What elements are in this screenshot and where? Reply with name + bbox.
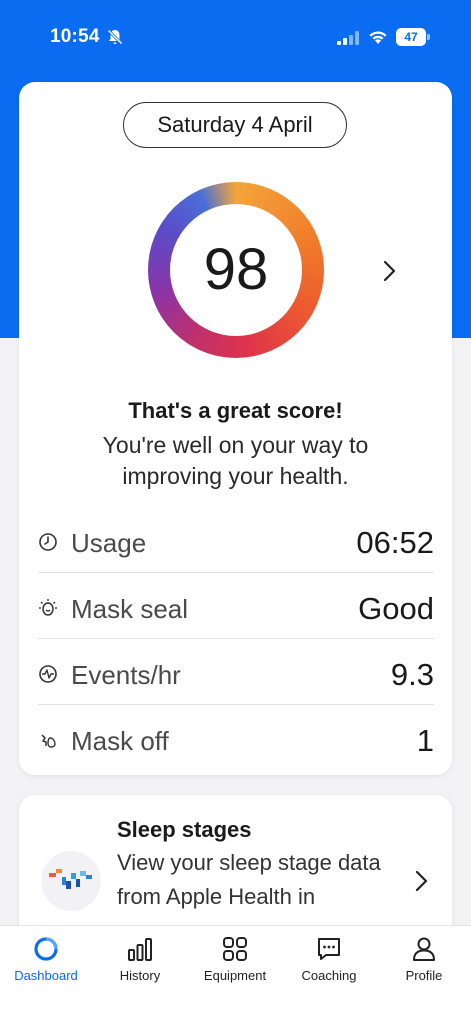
metric-value: 1 — [416, 723, 434, 758]
metric-label: Mask seal — [71, 594, 189, 624]
score-value: 98 — [203, 237, 269, 302]
battery-indicator: 47 — [396, 28, 430, 46]
status-time: 10:54 — [50, 26, 100, 47]
date-selector[interactable]: Saturday 4 April — [123, 102, 347, 148]
nav-label: Coaching — [301, 968, 357, 983]
person-icon — [413, 937, 435, 961]
nav-coaching[interactable]: Coaching — [289, 926, 369, 996]
nav-history[interactable]: History — [100, 926, 180, 996]
bar-chart-icon — [128, 938, 152, 961]
mask-off-icon — [41, 734, 56, 748]
metric-row-events: Events/hr 9.3 — [38, 639, 434, 705]
chevron-right-icon[interactable] — [379, 258, 399, 284]
metric-row-mask-seal: Mask seal Good — [38, 573, 434, 639]
battery-level: 47 — [396, 28, 426, 46]
nav-profile[interactable]: Profile — [384, 926, 464, 996]
nav-label: Dashboard — [14, 968, 78, 983]
score-title: That's a great score! — [128, 398, 343, 423]
bottom-navigation: Dashboard History Equipment Coaching Pro… — [0, 925, 471, 1024]
metric-label: Events/hr — [71, 660, 181, 690]
bell-muted-icon — [107, 29, 123, 45]
battery-cap — [427, 34, 430, 40]
clock-icon — [39, 533, 57, 551]
metric-label: Mask off — [71, 726, 169, 756]
nav-label: Equipment — [203, 968, 267, 983]
sleep-stages-title: Sleep stages — [117, 817, 252, 842]
metrics-list: Usage 06:52 Mask seal Good Events/hr 9.3 — [38, 507, 434, 771]
chat-icon — [318, 938, 340, 960]
nav-equipment[interactable]: Equipment — [192, 926, 278, 996]
metric-value: 06:52 — [356, 525, 434, 560]
nav-label: Profile — [405, 968, 443, 983]
status-bar: 10:54 47 — [0, 0, 471, 70]
grid-icon — [223, 937, 247, 961]
metric-value: 9.3 — [390, 657, 434, 692]
score-card: Saturday 4 April 98 That's a great score… — [19, 82, 452, 775]
metric-label: Usage — [71, 528, 147, 558]
nav-dashboard[interactable]: Dashboard — [6, 926, 86, 996]
mask-seal-icon — [39, 599, 57, 616]
metric-value: Good — [358, 591, 434, 626]
sleep-stages-logo — [41, 851, 101, 911]
metric-row-mask-off: Mask off 1 — [38, 705, 434, 771]
signal-icon — [337, 31, 359, 45]
dashboard-ring-icon — [34, 937, 58, 961]
metric-row-usage: Usage 06:52 — [38, 507, 434, 573]
wifi-icon — [369, 31, 387, 44]
sleep-stages-icon — [49, 869, 92, 889]
pulse-icon — [39, 665, 57, 683]
score-ring[interactable]: 98 — [148, 182, 324, 358]
nav-label: History — [119, 968, 161, 983]
sleep-stages-description: View your sleep stage data from Apple He… — [117, 850, 381, 909]
score-message: You're well on your way to improving you… — [102, 432, 369, 489]
chevron-right-icon[interactable] — [411, 868, 431, 894]
